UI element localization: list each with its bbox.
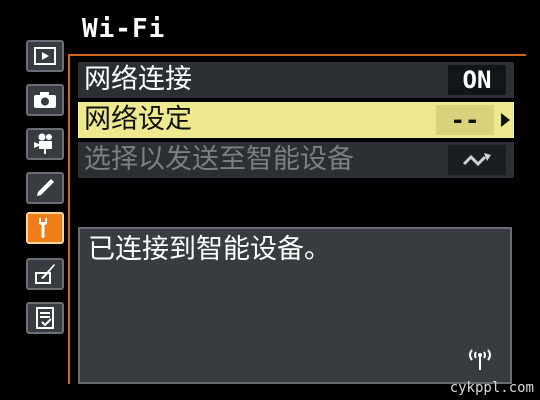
tab-custom-settings[interactable] — [26, 172, 64, 204]
chevron-right-icon — [501, 113, 510, 127]
tab-my-menu[interactable] — [26, 302, 64, 334]
camera-icon — [34, 92, 56, 108]
tab-movie[interactable] — [26, 128, 64, 160]
help-text: 已连接到智能设备。 — [88, 234, 331, 265]
menu-item-network-connection[interactable]: 网络连接 ON — [78, 62, 514, 98]
menu-item-value: ON — [448, 65, 506, 95]
play-icon — [34, 47, 56, 65]
tab-shooting[interactable] — [26, 84, 64, 116]
menu-item-send-to-smart-device[interactable]: 选择以发送至智能设备 — [78, 142, 514, 178]
menu-item-label: 网络设定 — [84, 104, 192, 135]
movie-camera-icon — [34, 133, 52, 154]
brush-icon — [35, 264, 55, 284]
menu-item-value — [448, 145, 506, 175]
wireless-signal-icon — [469, 349, 491, 370]
wrench-icon — [39, 218, 47, 238]
pencil-icon — [37, 179, 54, 196]
menu-tab-bar — [22, 32, 68, 372]
tab-setup[interactable] — [26, 212, 64, 244]
watermark: cykppl.com — [449, 380, 534, 396]
menu-title: Wi-Fi — [82, 14, 166, 44]
menu-item-network-settings[interactable]: 网络设定 -- — [78, 102, 514, 138]
help-panel: 已连接到智能设备。 — [78, 227, 512, 384]
send-to-smart-device-icon — [462, 153, 491, 167]
tab-retouch[interactable] — [26, 258, 64, 290]
menu-frame-left — [68, 54, 70, 384]
checklist-icon — [36, 307, 54, 329]
menu-item-label: 选择以发送至智能设备 — [84, 144, 354, 175]
menu-item-value: -- — [436, 105, 494, 135]
menu-item-label: 网络连接 — [84, 64, 192, 95]
menu-frame-top — [68, 54, 526, 56]
tab-playback[interactable] — [26, 40, 64, 72]
